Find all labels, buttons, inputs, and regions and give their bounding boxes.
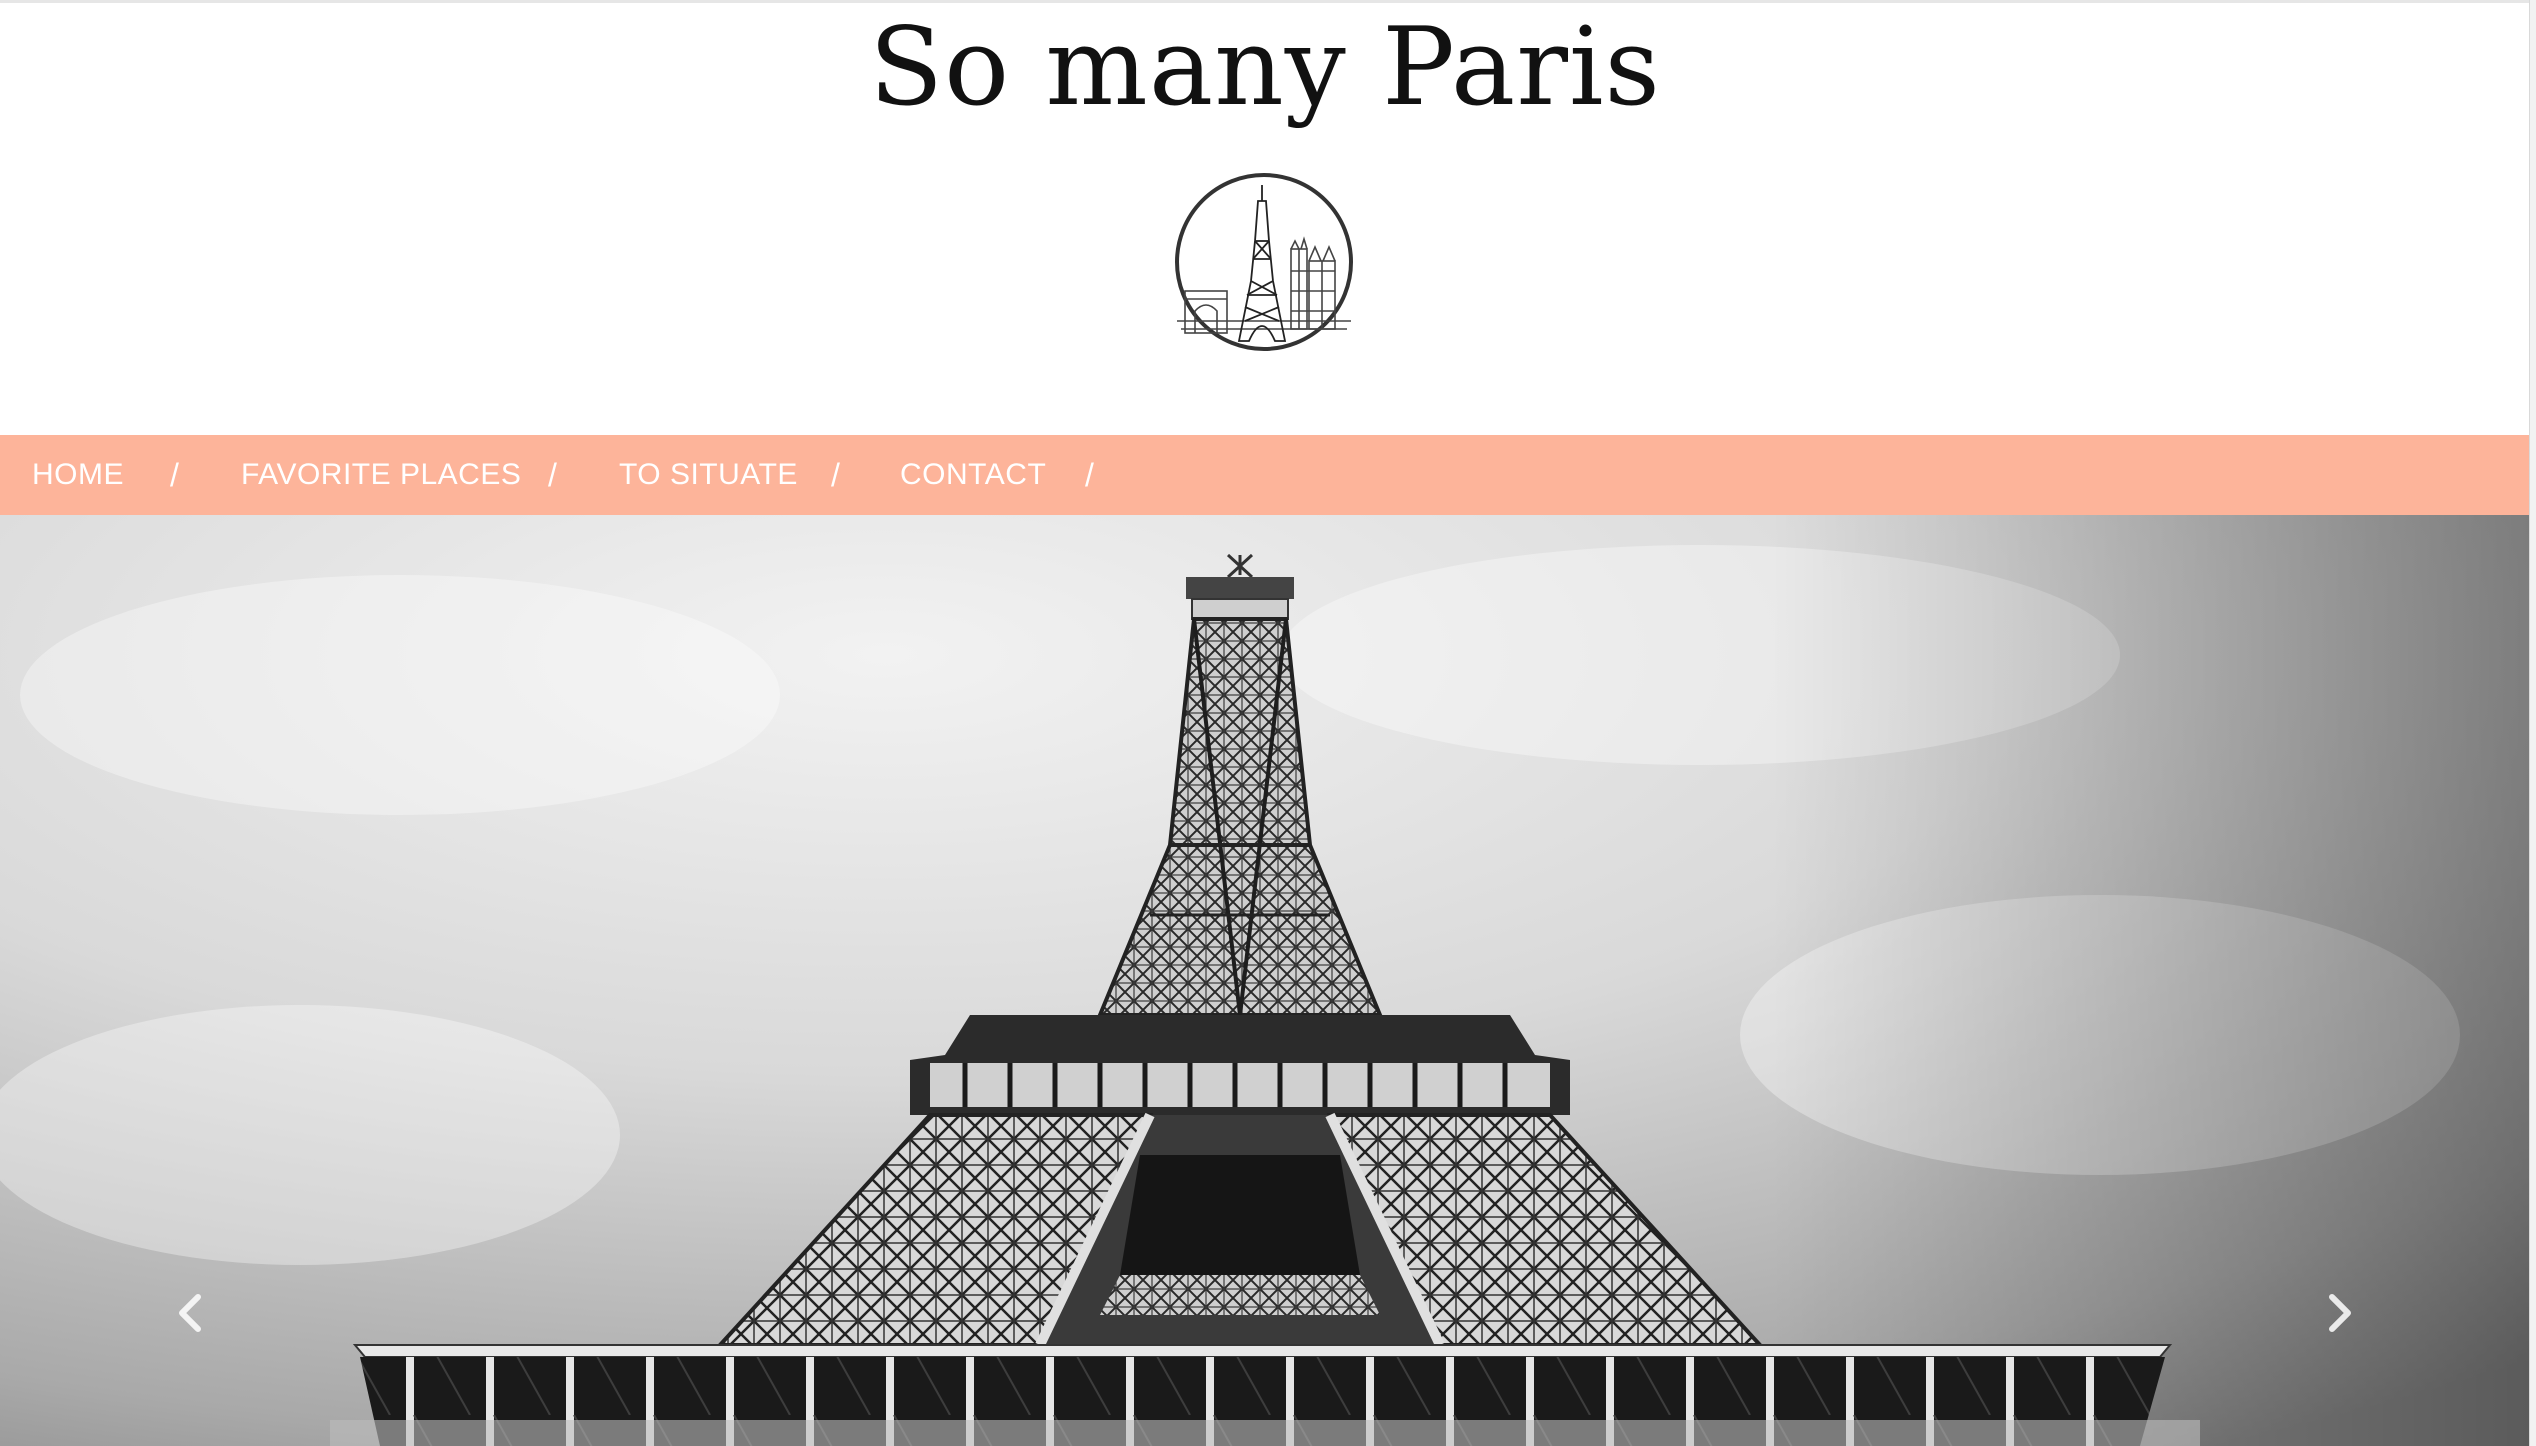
nav-item-to-situate[interactable]: TO SITUATE [619, 435, 798, 515]
hero-carousel[interactable] [0, 515, 2530, 1446]
nav-separator: / [831, 457, 840, 493]
site-title[interactable]: So many Paris [0, 3, 2530, 133]
site-header: So many Paris [0, 3, 2530, 435]
eiffel-skyline-logo[interactable] [1173, 171, 1355, 353]
nav-item-favorite-places[interactable]: FAVORITE PLACES [241, 435, 521, 515]
nav-item-contact[interactable]: CONTACT [900, 435, 1046, 515]
main-nav: HOME / FAVORITE PLACES / TO SITUATE / CO… [0, 435, 2530, 515]
chevron-left-icon[interactable] [160, 1283, 220, 1343]
nav-separator: / [548, 457, 557, 493]
nav-separator: / [170, 457, 179, 493]
nav-separator: / [1085, 457, 1094, 493]
chevron-right-icon[interactable] [2310, 1283, 2370, 1343]
window-edge [2529, 0, 2536, 1446]
nav-item-home[interactable]: HOME [32, 435, 124, 515]
page: So many Paris HOME / FAVORITE PLACES / T… [0, 0, 2536, 1446]
eiffel-tower-photo [0, 515, 2530, 1446]
